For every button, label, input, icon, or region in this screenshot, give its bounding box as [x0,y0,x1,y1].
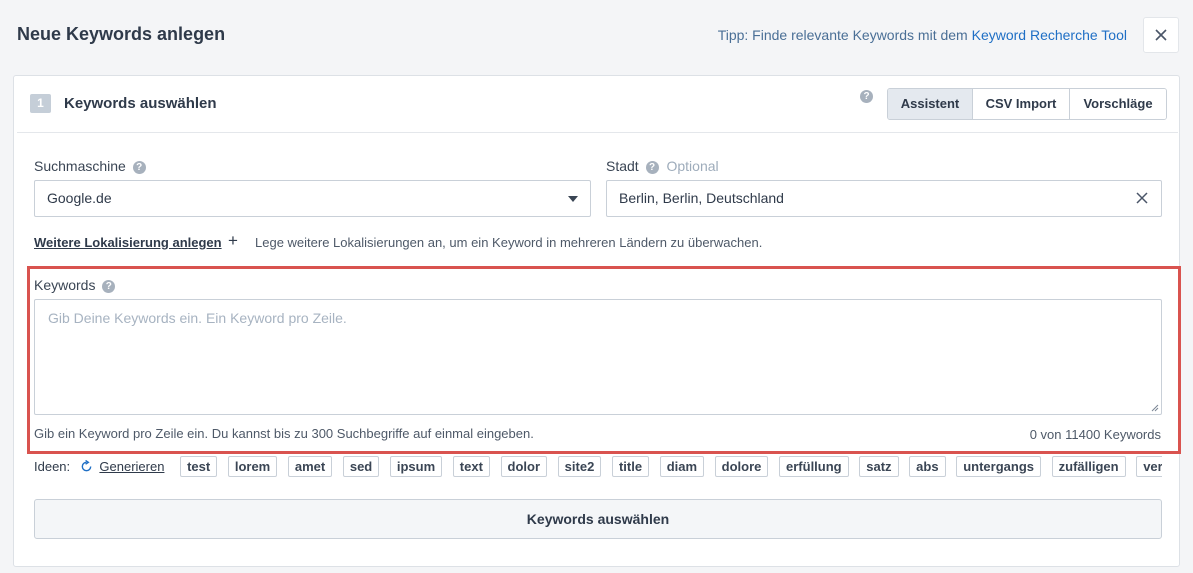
keywords-label-text: Keywords [34,277,96,293]
close-icon [1155,29,1167,41]
card-header: 1 Keywords auswählen ? Assistent CSV Imp… [17,76,1178,133]
help-icon[interactable]: ? [860,90,873,103]
search-engine-label-text: Suchmaschine [34,158,126,174]
keyword-card: 1 Keywords auswählen ? Assistent CSV Imp… [13,75,1181,567]
resize-handle-icon[interactable] [1151,404,1159,412]
close-button[interactable] [1143,17,1179,53]
idea-chip[interactable]: text [452,456,490,477]
idea-chip[interactable]: site2 [557,456,602,477]
keyword-research-link[interactable]: Keyword Recherche Tool [972,27,1127,43]
step-number: 1 [30,94,51,113]
idea-chip[interactable]: erfüllung [779,456,849,477]
idea-chip[interactable]: dolore [714,456,769,477]
refresh-icon[interactable] [80,460,93,473]
card-title: Keywords auswählen [64,95,217,112]
idea-chip[interactable]: satz [859,456,899,477]
tip-text: Tipp: Finde relevante Keywords mit dem K… [718,27,1127,43]
tab-assistent[interactable]: Assistent [888,89,972,119]
idea-chip[interactable]: sed [342,456,380,477]
help-icon[interactable]: ? [102,279,116,293]
ideas-row: Ideen: Generieren test lorem amet sed ip… [34,456,1162,478]
tip-prefix: Tipp: Finde relevante Keywords mit dem [717,27,968,43]
idea-chip[interactable]: lorem [227,456,278,477]
idea-chip[interactable]: ipsum [389,456,443,477]
city-value: Berlin, Berlin, Deutschland [619,190,784,206]
keywords-textarea[interactable]: Gib Deine Keywords ein. Ein Keyword pro … [34,299,1162,415]
generate-link[interactable]: Generieren [99,459,164,474]
city-label: Stadt ? Optional [606,158,719,174]
help-icon[interactable]: ? [132,160,146,174]
clear-icon[interactable] [1135,191,1149,205]
modal-title: Neue Keywords anlegen [17,24,226,44]
keywords-placeholder: Gib Deine Keywords ein. Ein Keyword pro … [48,310,347,326]
localization-hint: Lege weitere Lokalisierungen an, um ein … [255,235,763,250]
optional-label: Optional [666,158,719,174]
idea-chip[interactable]: dolor [500,456,548,477]
keywords-hint: Gib ein Keyword pro Zeile ein. Du kannst… [34,426,534,441]
add-localization-link[interactable]: Weitere Lokalisierung anlegen [34,235,222,250]
idea-chip[interactable]: verkäufe [1136,456,1162,477]
city-input[interactable]: Berlin, Berlin, Deutschland [606,180,1162,217]
keywords-count: 0 von 11400 Keywords [1029,427,1161,442]
idea-chip[interactable]: untergangs [956,456,1041,477]
idea-chip[interactable]: diam [659,456,705,477]
select-keywords-button[interactable]: Keywords auswählen [34,499,1162,539]
search-engine-label: Suchmaschine ? [34,158,146,174]
plus-icon[interactable]: + [228,231,238,251]
idea-chip[interactable]: title [611,456,650,477]
idea-chip[interactable]: test [180,456,218,477]
ideas-label: Ideen: [34,459,71,474]
idea-chip[interactable]: abs [909,456,946,477]
search-engine-select[interactable]: Google.de [34,180,591,217]
city-label-text: Stadt [606,158,639,174]
tab-csv-import[interactable]: CSV Import [972,89,1069,119]
keywords-label: Keywords ? [34,277,116,293]
caret-down-icon [568,196,578,202]
idea-chip[interactable]: amet [287,456,333,477]
mode-tabs: Assistent CSV Import Vorschläge [887,88,1167,120]
search-engine-value: Google.de [47,190,112,206]
idea-chip[interactable]: zufälligen [1051,456,1126,477]
tab-vorschlaege[interactable]: Vorschläge [1069,89,1166,119]
help-icon[interactable]: ? [645,160,659,174]
